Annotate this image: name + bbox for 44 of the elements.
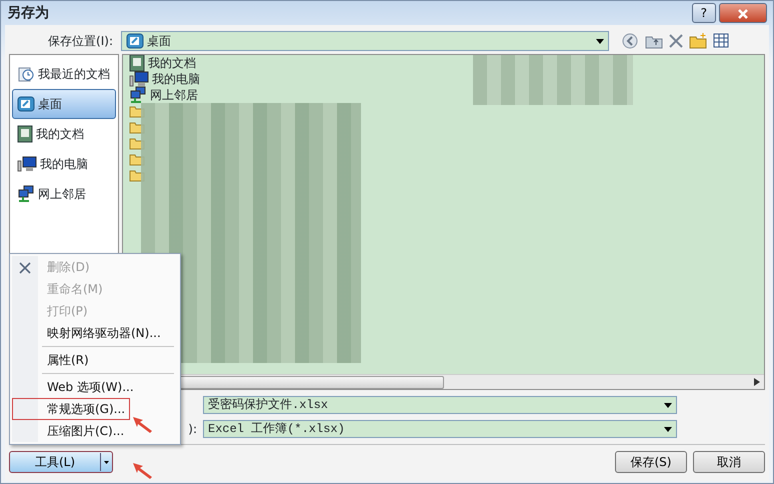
menu-item[interactable]: 压缩图片(C)... <box>12 420 178 442</box>
desktop-icon <box>17 95 35 113</box>
view-menu-icon[interactable] <box>713 33 731 49</box>
places-item[interactable]: 网上邻居 <box>12 179 116 209</box>
dropdown-arrow-icon <box>664 402 672 408</box>
scroll-right-icon[interactable] <box>754 378 760 386</box>
tools-button[interactable]: 工具(L) <box>9 451 113 473</box>
file-type-dropdown[interactable]: Excel 工作簿(*.xlsx) <box>203 420 677 438</box>
desktop-icon <box>126 32 144 50</box>
save-button[interactable]: 保存(S) <box>615 451 687 473</box>
file-name-field[interactable]: 受密码保护文件.xlsx <box>203 396 677 414</box>
places-item[interactable]: 我的电脑 <box>12 149 116 179</box>
file-name[interactable]: 网上邻居 <box>150 86 198 104</box>
computer-icon <box>129 70 149 88</box>
close-button[interactable] <box>719 3 767 23</box>
menu-item[interactable]: 映射网络驱动器(N)... <box>12 322 178 344</box>
menu-item[interactable]: 属性(R) <box>12 349 178 371</box>
delete-icon[interactable] <box>669 34 683 48</box>
caret-icon <box>104 461 109 464</box>
dropdown-arrow-icon <box>596 38 604 44</box>
places-item[interactable]: 我的文档 <box>12 119 116 149</box>
dialog-title: 另存为 <box>7 4 50 22</box>
menu-item[interactable]: Web 选项(W)... <box>12 376 178 398</box>
network-computers-icon <box>17 185 35 203</box>
computer-icon <box>17 155 37 173</box>
places-item[interactable]: 桌面 <box>12 89 116 119</box>
network-computers-icon <box>129 86 147 104</box>
file-name[interactable]: 我的文档 <box>148 55 196 72</box>
menu-item[interactable]: 常规选项(G)... <box>12 398 130 420</box>
document-folder-icon <box>17 125 33 143</box>
document-folder-icon <box>129 55 145 72</box>
save-in-label: 保存位置(I): <box>47 33 114 50</box>
dropdown-arrow-icon <box>664 426 672 432</box>
file-type-label: ): <box>188 421 197 438</box>
clock-document-icon <box>17 65 35 83</box>
cancel-button[interactable]: 取消 <box>693 451 765 473</box>
new-folder-icon[interactable] <box>689 33 707 49</box>
help-button[interactable]: ? <box>692 3 716 23</box>
back-icon[interactable] <box>621 32 639 50</box>
delete-icon <box>19 262 31 274</box>
save-in-dropdown[interactable]: 桌面 <box>121 31 609 51</box>
file-name[interactable]: 我的电脑 <box>152 70 200 88</box>
places-item[interactable]: 我最近的文档 <box>12 59 116 89</box>
close-icon <box>737 8 749 20</box>
